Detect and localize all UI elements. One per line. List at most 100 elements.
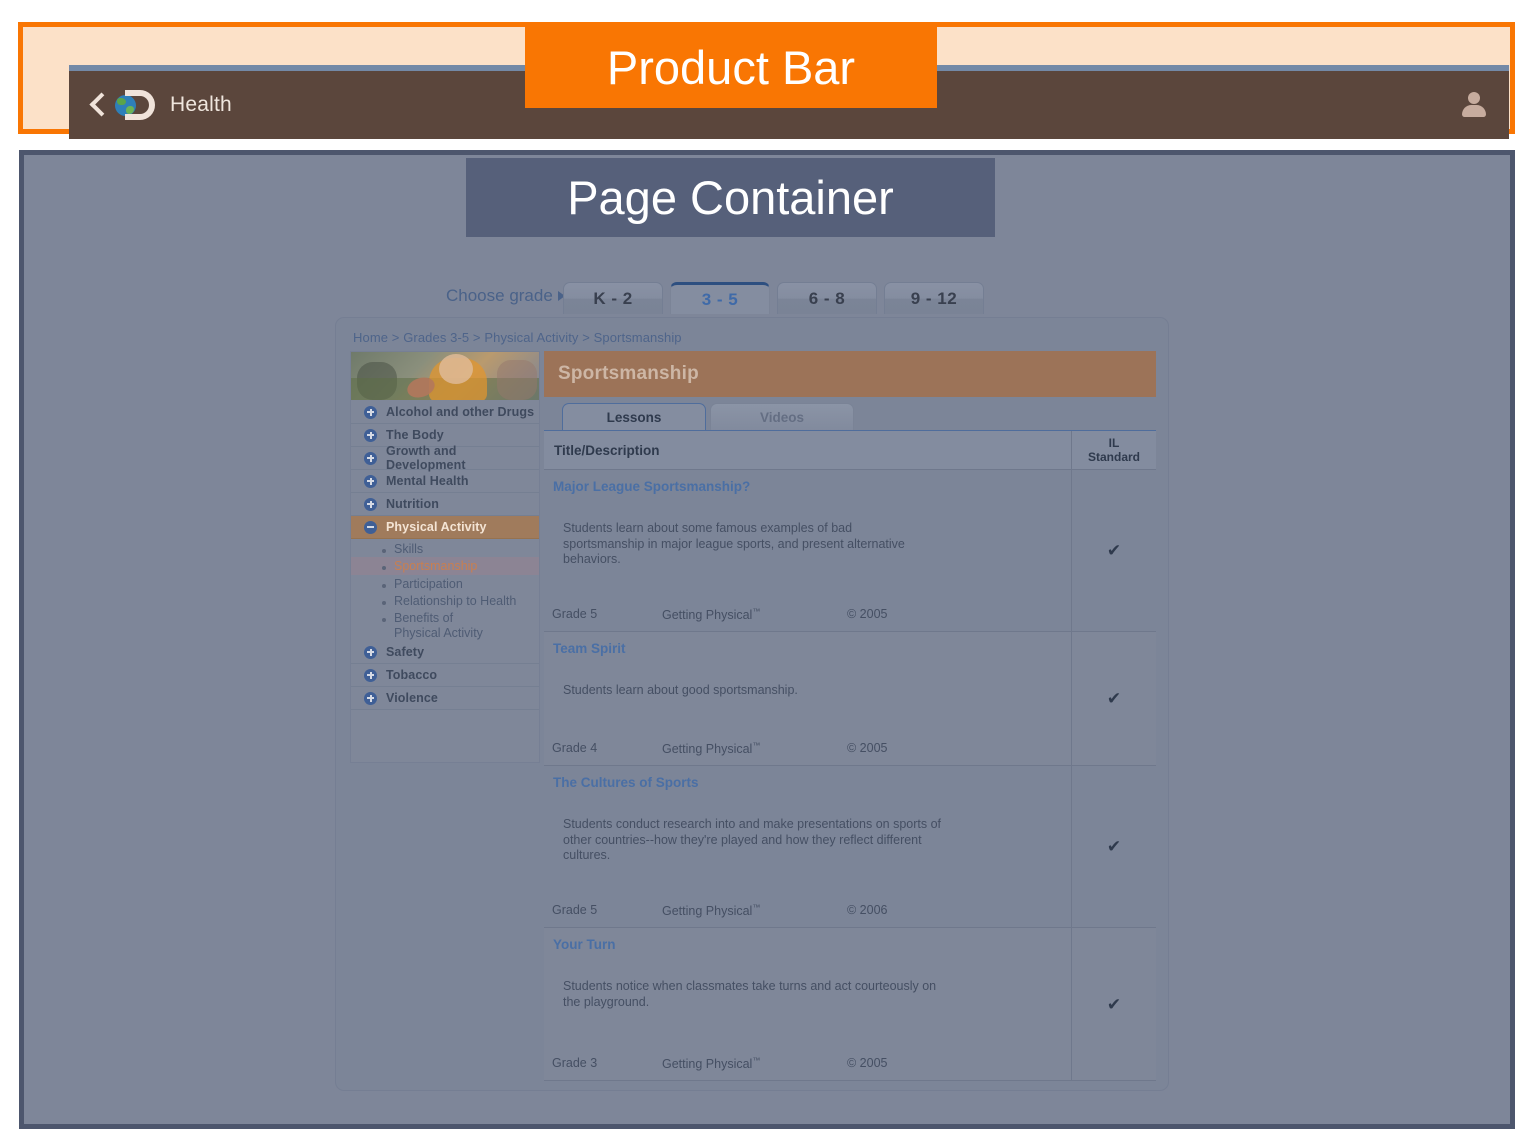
sidebar-subitem-label: Participation — [394, 577, 463, 591]
grade-tab-6-8[interactable]: 6 - 8 — [777, 282, 877, 314]
trademark-icon: ™ — [752, 740, 761, 750]
page-container: Choose grade K - 2 3 - 5 6 - 8 9 - 12 Ho… — [19, 150, 1515, 1129]
grade-tab-3-5[interactable]: 3 - 5 — [670, 282, 770, 314]
lesson-copyright: © 2005 — [847, 606, 888, 621]
avatar-head — [1468, 92, 1480, 104]
lesson-series-name: Getting Physical — [662, 904, 753, 918]
photo-child-face — [439, 354, 473, 384]
sidebar-item-physical-activity[interactable]: Physical Activity — [351, 516, 539, 539]
sidebar-subitem-benefits-of-physical-activity[interactable]: Benefits of Physical Activity — [351, 609, 501, 640]
plus-icon — [364, 405, 377, 419]
tab-lessons[interactable]: Lessons — [562, 403, 706, 431]
lesson-grade: Grade 4 — [552, 740, 598, 755]
bullet-icon — [382, 584, 386, 588]
sidebar-item-growth-and-development[interactable]: Growth and Development — [351, 444, 539, 472]
plus-icon — [364, 474, 377, 488]
topic-banner: Sportsmanship — [544, 351, 1156, 397]
tab-videos[interactable]: Videos — [710, 403, 854, 431]
sidebar-item-label: Tobacco — [386, 668, 438, 682]
plus-icon — [364, 691, 377, 705]
lesson-series-name: Getting Physical — [662, 608, 753, 622]
sidebar-item-label: Violence — [386, 691, 438, 705]
sidebar-item-violence[interactable]: Violence — [351, 687, 539, 710]
plus-icon — [364, 497, 377, 511]
check-icon: ✔ — [1106, 689, 1122, 708]
sidebar-item-label: Mental Health — [386, 474, 469, 488]
sidebar-item-label: Physical Activity — [386, 520, 487, 534]
standard-cell: ✔ — [1072, 470, 1156, 631]
plus-icon — [364, 451, 377, 465]
sidebar-item-mental-health[interactable]: Mental Health — [351, 470, 539, 493]
table-row[interactable]: Your Turn Students notice when classmate… — [544, 928, 1156, 1081]
lesson-meta: Grade 4 Getting Physical™ © 2005 — [552, 741, 1062, 756]
lesson-copyright: © 2005 — [847, 1055, 888, 1070]
lesson-series: Getting Physical™ — [662, 741, 847, 756]
sidebar-item-nutrition[interactable]: Nutrition — [351, 493, 539, 516]
lesson-title[interactable]: The Cultures of Sports — [553, 775, 699, 790]
lesson-meta: Grade 3 Getting Physical™ © 2005 — [552, 1056, 1062, 1071]
lesson-cell: Team Spirit Students learn about good sp… — [544, 632, 1072, 765]
lesson-series-name: Getting Physical — [662, 742, 753, 756]
breadcrumb[interactable]: Home > Grades 3-5 > Physical Activity > … — [353, 330, 682, 345]
sidebar-item-label: Alcohol and other Drugs — [386, 405, 535, 419]
back-chevron-icon[interactable] — [89, 92, 104, 118]
content-pane: Sportsmanship Lessons Videos Title/Descr… — [544, 351, 1156, 1081]
grade-selector: Choose grade K - 2 3 - 5 6 - 8 9 - 12 — [424, 280, 994, 314]
sidebar-item-safety[interactable]: Safety — [351, 641, 539, 664]
lesson-copyright: © 2006 — [847, 902, 888, 917]
standard-cell: ✔ — [1072, 632, 1156, 765]
sidebar-subitem-sportsmanship[interactable]: Sportsmanship — [351, 557, 539, 575]
table-row[interactable]: Major League Sportsmanship? Students lea… — [544, 470, 1156, 632]
lesson-grade: Grade 5 — [552, 902, 598, 917]
lesson-cell: Major League Sportsmanship? Students lea… — [544, 470, 1072, 631]
sidebar-subitem-label: Benefits of Physical Activity — [394, 611, 483, 640]
lesson-meta: Grade 5 Getting Physical™ © 2006 — [552, 903, 1062, 918]
product-bar-left-group: Health — [89, 71, 232, 139]
sidebar-item-label: Growth and Development — [386, 444, 466, 472]
annotation-product-bar: Product Bar — [525, 26, 937, 108]
sidebar-item-label: Safety — [386, 645, 425, 659]
lesson-title[interactable]: Major League Sportsmanship? — [553, 479, 750, 494]
bullet-icon — [382, 618, 386, 622]
sidebar-item-alcohol-and-other-drugs[interactable]: Alcohol and other Drugs — [351, 401, 539, 424]
trademark-icon: ™ — [752, 606, 761, 616]
bullet-icon — [382, 566, 386, 570]
header-cell-il-standard: IL Standard — [1072, 431, 1156, 469]
plus-icon — [364, 645, 377, 659]
annotation-page-container: Page Container — [466, 158, 995, 237]
sidebar-subitem-label: Skills — [394, 542, 424, 556]
sidebar-subitem-label: Relationship to Health — [394, 594, 517, 608]
bullet-icon — [382, 601, 386, 605]
product-title: Health — [170, 93, 232, 116]
lesson-cell: Your Turn Students notice when classmate… — [544, 928, 1072, 1080]
header-label-line2: Standard — [1087, 450, 1140, 464]
lesson-description: Students learn about some famous example… — [563, 521, 905, 566]
sidebar-item-tobacco[interactable]: Tobacco — [351, 664, 539, 687]
avatar-body — [1462, 105, 1486, 117]
trademark-icon: ™ — [752, 902, 761, 912]
sidebar-subitem-participation[interactable]: Participation — [351, 575, 539, 592]
photo-person-right — [497, 360, 537, 400]
grade-tab-9-12[interactable]: 9 - 12 — [884, 282, 984, 314]
plus-icon — [364, 668, 377, 682]
sidebar-header-photo — [351, 352, 539, 400]
header-label-line1: IL — [1108, 436, 1120, 450]
bullet-icon — [382, 549, 386, 553]
lesson-title[interactable]: Team Spirit — [553, 641, 626, 656]
topic-sidebar: Alcohol and other Drugs The Body Growth … — [350, 351, 540, 763]
discovery-globe-logo-icon[interactable] — [113, 89, 157, 121]
check-icon: ✔ — [1106, 994, 1122, 1014]
sidebar-subitem-skills[interactable]: Skills — [351, 540, 539, 557]
lesson-grade: Grade 5 — [552, 606, 598, 621]
sidebar-subitem-relationship-to-health[interactable]: Relationship to Health — [351, 592, 539, 609]
sidebar-subitem-label: Sportsmanship — [394, 559, 478, 573]
user-account-icon[interactable] — [1461, 91, 1487, 119]
lesson-series: Getting Physical™ — [662, 903, 847, 918]
lesson-grade: Grade 3 — [552, 1055, 598, 1070]
lesson-title[interactable]: Your Turn — [553, 937, 616, 952]
choose-grade-label: Choose grade — [446, 286, 565, 306]
table-row[interactable]: Team Spirit Students learn about good sp… — [544, 632, 1156, 766]
table-header-row: Title/Description IL Standard — [544, 431, 1156, 470]
table-row[interactable]: The Cultures of Sports Students conduct … — [544, 766, 1156, 928]
grade-tab-k-2[interactable]: K - 2 — [563, 282, 663, 314]
